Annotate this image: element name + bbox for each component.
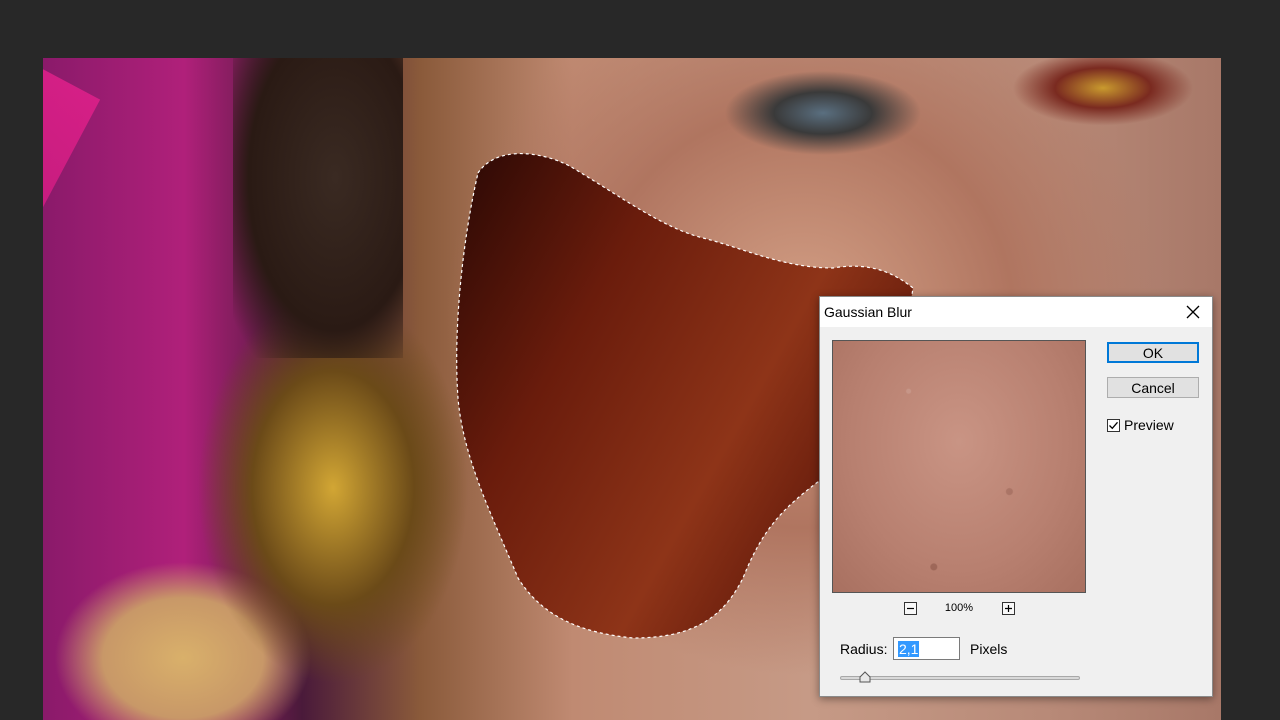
dialog-titlebar[interactable]: Gaussian Blur — [820, 297, 1212, 327]
zoom-in-icon — [1005, 605, 1012, 612]
radius-slider-thumb[interactable] — [859, 671, 871, 683]
close-icon — [1186, 305, 1200, 319]
zoom-level: 100% — [944, 602, 974, 614]
zoom-in-button[interactable] — [1002, 602, 1015, 615]
close-button[interactable] — [1174, 297, 1212, 327]
zoom-out-button[interactable] — [904, 602, 917, 615]
preview-option[interactable]: Preview — [1107, 417, 1174, 433]
radius-slider-track[interactable] — [840, 676, 1080, 680]
blur-preview-image[interactable] — [832, 340, 1086, 593]
radius-label: Radius: — [840, 641, 888, 657]
zoom-out-icon — [907, 607, 914, 610]
dialog-title: Gaussian Blur — [824, 304, 912, 320]
cancel-button[interactable]: Cancel — [1107, 377, 1199, 398]
preview-checkbox[interactable] — [1107, 418, 1120, 432]
radius-value: 2,1 — [898, 640, 920, 657]
gaussian-blur-dialog: Gaussian Blur 100% OK Cancel Preview Rad… — [819, 296, 1213, 697]
preview-label: Preview — [1124, 417, 1174, 433]
checkmark-icon — [1109, 421, 1118, 429]
radius-input[interactable]: 2,1 — [893, 637, 960, 660]
photoshop-workspace: Gaussian Blur 100% OK Cancel Preview Rad… — [0, 0, 1280, 720]
ok-button[interactable]: OK — [1107, 342, 1199, 363]
radius-unit-label: Pixels — [970, 641, 1008, 657]
